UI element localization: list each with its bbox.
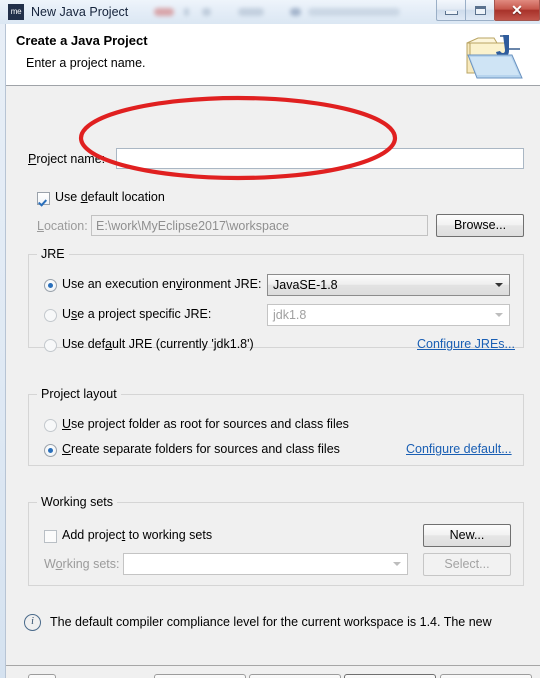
maximize-icon — [474, 5, 486, 15]
radio-separate-folders[interactable] — [44, 444, 57, 457]
jre-group-title: JRE — [37, 247, 69, 261]
project-specific-jre-combo[interactable]: jdk1.8 — [267, 304, 510, 326]
close-icon: ✕ — [511, 2, 523, 18]
radio-project-folder-root-label: Use project folder as root for sources a… — [62, 417, 349, 431]
info-message-row: i The default compiler compliance level … — [24, 611, 529, 633]
radio-default-jre-label: Use default JRE (currently 'jdk1.8') — [62, 337, 254, 351]
maximize-button[interactable] — [465, 0, 494, 21]
title-bar: me New Java Project ✕ — [0, 0, 540, 24]
radio-separate-folders-label: Create separate folders for sources and … — [62, 442, 340, 456]
use-default-location-checkbox[interactable] — [37, 192, 50, 205]
minimize-button[interactable] — [436, 0, 465, 21]
jre-group: JRE Use an execution environment JRE: Ja… — [28, 247, 524, 352]
window-title: New Java Project — [31, 5, 129, 19]
browse-button[interactable]: Browse... — [436, 214, 524, 237]
project-name-label: Project name: — [28, 152, 106, 166]
wizard-header: Create a Java Project Enter a project na… — [6, 24, 540, 86]
chevron-down-icon — [393, 562, 401, 566]
working-sets-group: Working sets Add project to working sets… — [28, 495, 524, 586]
working-sets-group-title: Working sets — [37, 495, 118, 509]
execution-environment-combo[interactable]: JavaSE-1.8 — [267, 274, 510, 296]
project-layout-group-title: Project layout — [37, 387, 121, 401]
add-project-to-working-sets-label: Add project to working sets — [62, 528, 213, 542]
info-message-text: The default compiler compliance level fo… — [50, 615, 492, 629]
java-project-folder-icon — [466, 35, 523, 79]
execution-environment-value: JavaSE-1.8 — [273, 278, 338, 292]
location-input[interactable]: E:\work\MyEclipse2017\workspace — [91, 215, 428, 236]
ghost-item — [290, 8, 301, 16]
window-controls: ✕ — [436, 0, 540, 22]
radio-default-jre[interactable] — [44, 339, 57, 352]
chevron-down-icon — [495, 283, 503, 287]
radio-execution-environment-jre-label: Use an execution environment JRE: — [62, 277, 262, 291]
ghost-item — [308, 8, 400, 16]
close-button[interactable]: ✕ — [494, 0, 540, 21]
cancel-button[interactable] — [440, 674, 532, 678]
button-bar — [6, 666, 540, 678]
next-button[interactable] — [249, 674, 341, 678]
project-specific-jre-value: jdk1.8 — [273, 308, 307, 322]
ghost-item — [184, 8, 189, 16]
chevron-down-icon — [495, 313, 503, 317]
page-title: Create a Java Project — [16, 33, 148, 48]
ghost-item — [238, 8, 264, 16]
working-sets-label: Working sets: — [44, 557, 120, 571]
dialog-window: me New Java Project ✕ Create a Java Proj… — [0, 0, 540, 678]
minimize-icon — [444, 10, 458, 15]
help-button[interactable] — [28, 674, 56, 678]
configure-default-link[interactable]: Configure default... — [406, 442, 512, 456]
ghost-item — [202, 8, 211, 16]
working-sets-combo[interactable] — [123, 553, 408, 575]
radio-project-specific-jre[interactable] — [44, 309, 57, 322]
wizard-content: Project name: Use default location Locat… — [6, 86, 540, 654]
background-window-blur — [150, 2, 410, 22]
page-subtitle: Enter a project name. — [26, 56, 146, 70]
select-working-set-button[interactable]: Select... — [423, 553, 511, 576]
project-layout-group: Project layout Use project folder as roo… — [28, 387, 524, 466]
add-project-to-working-sets-checkbox[interactable] — [44, 530, 57, 543]
back-button[interactable] — [154, 674, 246, 678]
project-name-input[interactable] — [116, 148, 524, 169]
myeclipse-app-icon: me — [8, 4, 24, 20]
location-label: Location: — [37, 219, 88, 233]
ghost-item — [154, 8, 174, 16]
finish-button[interactable] — [344, 674, 436, 678]
info-icon: i — [24, 613, 41, 631]
dialog-body: Create a Java Project Enter a project na… — [5, 24, 540, 678]
configure-jres-link[interactable]: Configure JREs... — [417, 337, 515, 351]
radio-project-folder-root[interactable] — [44, 419, 57, 432]
radio-project-specific-jre-label: Use a project specific JRE: — [62, 307, 212, 321]
radio-execution-environment-jre[interactable] — [44, 279, 57, 292]
use-default-location-label: Use default location — [55, 190, 165, 204]
new-working-set-button[interactable]: New... — [423, 524, 511, 547]
